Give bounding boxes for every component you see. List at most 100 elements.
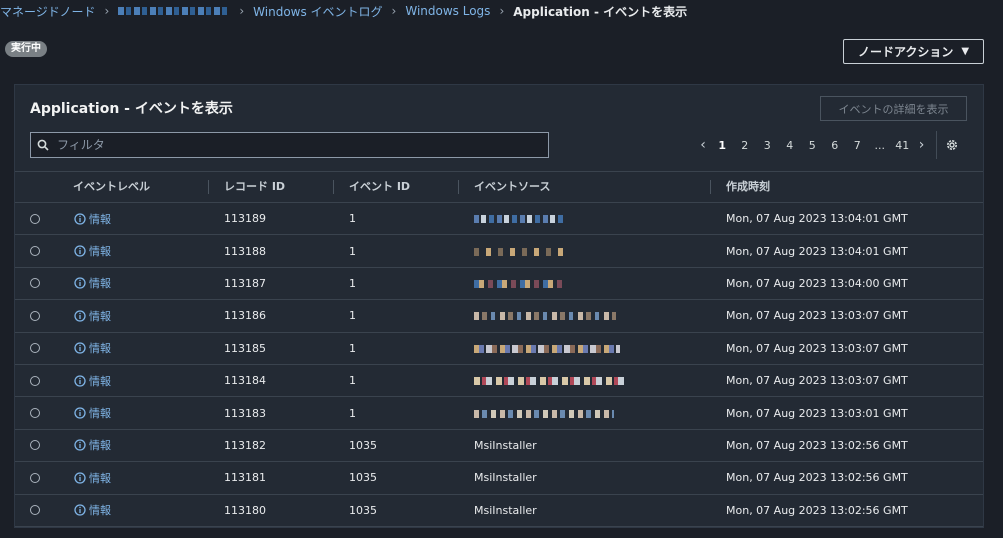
page-7[interactable]: 7 bbox=[846, 139, 869, 152]
event-level[interactable]: 情報 bbox=[74, 405, 208, 421]
table-row[interactable]: 情報 113188 1 Mon, 07 Aug 2023 13:04:01 GMT bbox=[15, 234, 983, 268]
node-action-label: ノードアクション bbox=[857, 45, 954, 59]
event-level[interactable]: 情報 bbox=[74, 470, 208, 486]
column-header-level[interactable]: イベントレベル bbox=[58, 171, 208, 203]
page-1[interactable]: 1 bbox=[711, 139, 734, 152]
breadcrumb-windows-logs[interactable]: Windows Logs bbox=[405, 4, 490, 18]
event-source: MsiInstaller bbox=[474, 438, 537, 452]
view-event-details-button[interactable]: イベントの詳細を表示 bbox=[820, 96, 967, 121]
row-select-radio[interactable] bbox=[30, 440, 40, 451]
select-column-header bbox=[15, 171, 58, 203]
column-header-time[interactable]: 作成時刻 bbox=[710, 171, 983, 203]
page-5[interactable]: 5 bbox=[801, 139, 824, 152]
event-id: 1 bbox=[333, 364, 458, 398]
info-icon bbox=[74, 472, 86, 484]
event-level[interactable]: 情報 bbox=[74, 211, 208, 227]
created-time: Mon, 07 Aug 2023 13:02:56 GMT bbox=[710, 429, 983, 463]
record-id: 113181 bbox=[208, 461, 333, 495]
node-action-button[interactable]: ノードアクション ▼ bbox=[843, 39, 984, 64]
event-level[interactable]: 情報 bbox=[74, 308, 208, 324]
created-time: Mon, 07 Aug 2023 13:04:01 GMT bbox=[710, 202, 983, 236]
page-ellipsis: ... bbox=[874, 138, 886, 152]
pagination: ‹ 1 2 3 4 5 6 7 ... 41 › bbox=[695, 131, 959, 159]
chevron-right-icon: › bbox=[391, 4, 397, 18]
table-row[interactable]: 情報 113183 1 Mon, 07 Aug 2023 13:03:01 GMT bbox=[15, 396, 983, 430]
table-row[interactable]: 情報 113185 1 Mon, 07 Aug 2023 13:03:07 GMT bbox=[15, 332, 983, 365]
table-row[interactable]: 情報 113180 1035 MsiInstaller Mon, 07 Aug 2023… bbox=[15, 494, 983, 527]
info-icon bbox=[74, 245, 86, 257]
event-level[interactable]: 情報 bbox=[74, 275, 208, 291]
page-6[interactable]: 6 bbox=[824, 139, 847, 152]
event-source: MsiInstaller bbox=[474, 503, 537, 517]
event-level-label: 情報 bbox=[89, 471, 111, 485]
event-level[interactable]: 情報 bbox=[74, 243, 208, 259]
page-41[interactable]: 41 bbox=[891, 139, 914, 152]
record-id: 113187 bbox=[208, 267, 333, 301]
table-row[interactable]: 情報 113189 1 Mon, 07 Aug 2023 13:04:01 GMT bbox=[15, 202, 983, 236]
breadcrumb-node-id[interactable] bbox=[118, 7, 231, 15]
event-level[interactable]: 情報 bbox=[74, 502, 208, 518]
event-source: MsiInstaller bbox=[474, 471, 537, 485]
row-select-radio[interactable] bbox=[30, 213, 40, 224]
event-level-label: 情報 bbox=[89, 277, 111, 291]
column-header-record-id[interactable]: レコード ID bbox=[208, 171, 333, 203]
masked-source bbox=[474, 215, 566, 224]
table-row[interactable]: 情報 113181 1035 MsiInstaller Mon, 07 Aug 2023… bbox=[15, 461, 983, 495]
breadcrumb-windows-event-log[interactable]: Windows イベントログ bbox=[253, 3, 382, 20]
divider bbox=[935, 131, 937, 159]
event-level[interactable]: 情報 bbox=[74, 437, 208, 453]
event-level-label: 情報 bbox=[89, 374, 111, 388]
table-row[interactable]: 情報 113182 1035 MsiInstaller Mon, 07 Aug 2023… bbox=[15, 429, 983, 463]
row-select-radio[interactable] bbox=[30, 343, 40, 354]
created-time: Mon, 07 Aug 2023 13:03:07 GMT bbox=[710, 364, 983, 398]
row-select-radio[interactable] bbox=[30, 472, 40, 483]
event-level[interactable]: 情報 bbox=[74, 340, 208, 356]
event-level-label: 情報 bbox=[89, 504, 111, 518]
record-id: 113180 bbox=[208, 494, 333, 527]
row-select-radio[interactable] bbox=[30, 246, 40, 257]
panel-title: Application - イベントを表示 bbox=[30, 101, 233, 117]
chevron-right-icon: › bbox=[104, 4, 110, 18]
event-level[interactable]: 情報 bbox=[74, 373, 208, 389]
masked-source bbox=[474, 247, 568, 256]
gear-icon[interactable] bbox=[945, 138, 959, 152]
row-select-radio[interactable] bbox=[30, 310, 40, 321]
column-header-event-id[interactable]: イベント ID bbox=[333, 171, 458, 203]
created-time: Mon, 07 Aug 2023 13:03:01 GMT bbox=[710, 396, 983, 430]
caret-down-icon: ▼ bbox=[961, 46, 970, 57]
record-id: 113184 bbox=[208, 364, 333, 398]
info-icon bbox=[74, 374, 86, 387]
filter-input[interactable] bbox=[55, 137, 539, 153]
chevron-right-icon[interactable]: › bbox=[914, 137, 930, 153]
column-header-source[interactable]: イベントソース bbox=[458, 171, 710, 203]
row-select-radio[interactable] bbox=[30, 375, 40, 386]
table-row[interactable]: 情報 113184 1 Mon, 07 Aug 2023 13:03:07 GMT bbox=[15, 364, 983, 398]
breadcrumb-managed-nodes[interactable]: マネージドノード bbox=[0, 3, 96, 20]
event-id: 1 bbox=[333, 202, 458, 236]
created-time: Mon, 07 Aug 2023 13:03:07 GMT bbox=[710, 332, 983, 365]
chevron-right-icon: › bbox=[499, 4, 505, 18]
event-id: 1035 bbox=[333, 429, 458, 463]
row-select-radio[interactable] bbox=[30, 505, 40, 516]
row-select-radio[interactable] bbox=[30, 408, 40, 419]
page-4[interactable]: 4 bbox=[779, 139, 802, 152]
row-select-radio[interactable] bbox=[30, 278, 40, 289]
page-2[interactable]: 2 bbox=[734, 139, 757, 152]
chevron-left-icon[interactable]: ‹ bbox=[695, 137, 711, 153]
event-id: 1035 bbox=[333, 494, 458, 527]
record-id: 113188 bbox=[208, 234, 333, 268]
table-row[interactable]: 情報 113186 1 Mon, 07 Aug 2023 13:03:07 GMT bbox=[15, 299, 983, 333]
created-time: Mon, 07 Aug 2023 13:04:00 GMT bbox=[710, 267, 983, 301]
page-3[interactable]: 3 bbox=[756, 139, 779, 152]
table-row[interactable]: 情報 113187 1 Mon, 07 Aug 2023 13:04:00 GMT bbox=[15, 267, 983, 301]
breadcrumb-current: Application - イベントを表示 bbox=[513, 4, 688, 19]
info-icon bbox=[74, 407, 86, 419]
events-table: イベントレベル レコード ID イベント ID イベントソース 作成時刻 情報 1… bbox=[15, 171, 983, 527]
event-level-label: 情報 bbox=[89, 309, 111, 323]
created-time: Mon, 07 Aug 2023 13:02:56 GMT bbox=[710, 461, 983, 495]
record-id: 113189 bbox=[208, 202, 333, 236]
event-level-label: 情報 bbox=[89, 212, 111, 226]
filter-field[interactable] bbox=[30, 132, 549, 158]
created-time: Mon, 07 Aug 2023 13:02:56 GMT bbox=[710, 494, 983, 527]
masked-source bbox=[474, 312, 616, 321]
